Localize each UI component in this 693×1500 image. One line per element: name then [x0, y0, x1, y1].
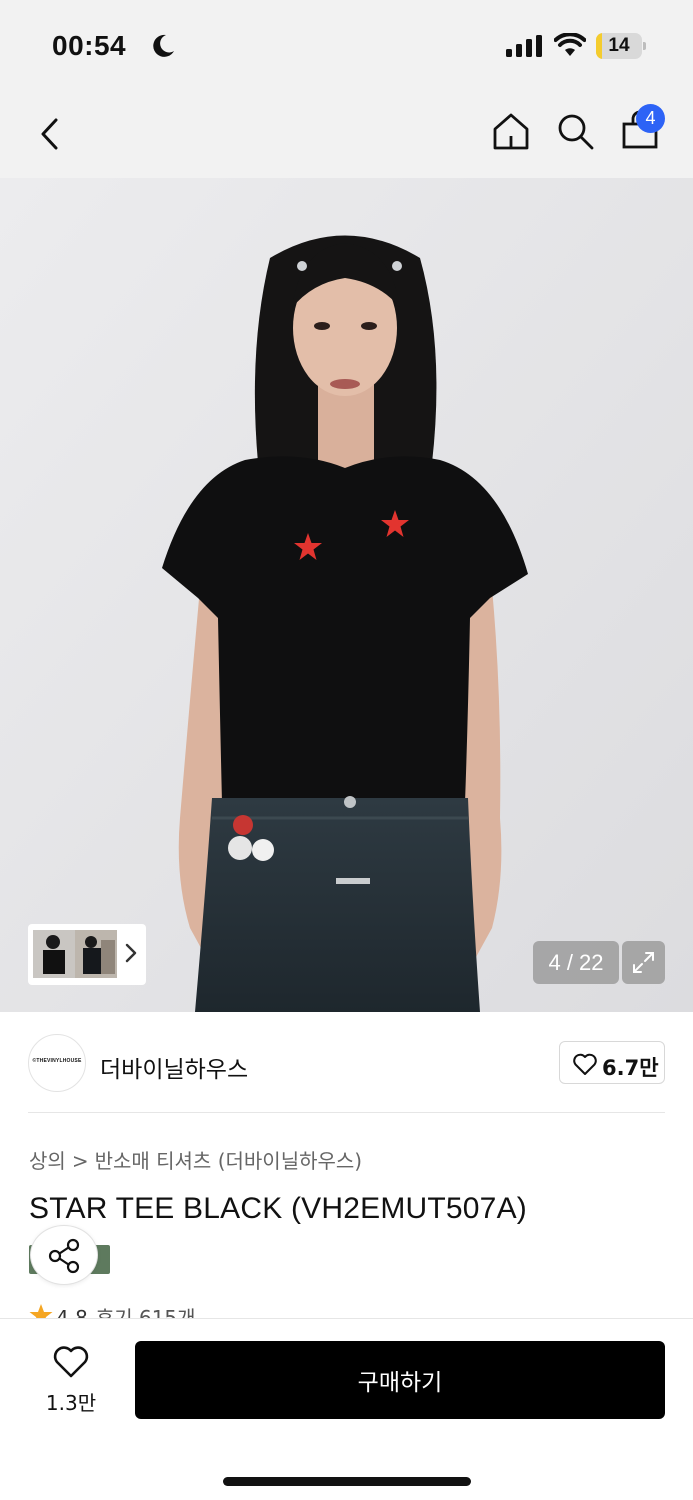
cart-count-badge: 4: [636, 104, 665, 133]
wishlist-button[interactable]: 1.3만: [40, 1345, 102, 1415]
search-icon[interactable]: [556, 112, 596, 152]
wifi-icon: [554, 33, 586, 56]
status-time: 00:54: [52, 30, 127, 61]
heart-icon: [573, 1053, 597, 1075]
brand-like-button[interactable]: 6.7만: [559, 1041, 665, 1084]
product-image-gallery[interactable]: 4 / 22: [0, 178, 693, 1012]
wishlist-count: 1.3만: [45, 1391, 97, 1415]
top-navigation: [0, 92, 693, 178]
status-bar: 00:54 14: [0, 0, 693, 92]
expand-icon: [633, 952, 654, 973]
battery-icon: 14: [596, 33, 646, 59]
product-photo: [0, 178, 693, 1012]
share-button[interactable]: [30, 1225, 98, 1285]
buy-button[interactable]: 구매하기: [135, 1341, 665, 1419]
home-indicator: [223, 1477, 471, 1486]
share-icon: [48, 1238, 80, 1274]
bottom-action-bar: 1.3만 구매하기: [0, 1318, 693, 1500]
expand-button[interactable]: [622, 941, 665, 984]
breadcrumb-category[interactable]: 상의: [29, 1149, 66, 1173]
signal-icon: [506, 35, 542, 57]
home-icon[interactable]: [490, 110, 532, 152]
back-icon[interactable]: [36, 112, 64, 156]
moon-icon: [153, 34, 174, 57]
brand-like-count: 6.7만: [602, 1056, 659, 1080]
brand-logo-text: ©THEVINYLHOUSE: [32, 1058, 82, 1064]
brand-row[interactable]: ©THEVINYLHOUSE 더바이닐하우스 6.7만: [0, 1012, 693, 1114]
brand-logo[interactable]: ©THEVINYLHOUSE: [28, 1034, 86, 1092]
battery-level: 14: [608, 35, 630, 56]
thumbnail-image[interactable]: [75, 930, 117, 978]
gallery-thumbnail-strip[interactable]: [28, 924, 146, 985]
breadcrumb-subcategory[interactable]: 반소매 티셔츠 (더바이닐하우스): [95, 1149, 363, 1173]
breadcrumb: 상의 > 반소매 티셔츠 (더바이닐하우스): [29, 1145, 362, 1174]
thumbnail-image[interactable]: [33, 930, 75, 978]
gallery-page-counter: 4 / 22: [533, 941, 619, 984]
brand-name[interactable]: 더바이닐하우스: [100, 1050, 248, 1084]
chevron-right-icon[interactable]: [124, 942, 138, 964]
divider: [28, 1112, 665, 1113]
breadcrumb-separator: >: [71, 1149, 89, 1173]
product-title: STAR TEE BLACK (VH2EMUT507A): [29, 1192, 527, 1225]
heart-icon: [53, 1346, 89, 1378]
